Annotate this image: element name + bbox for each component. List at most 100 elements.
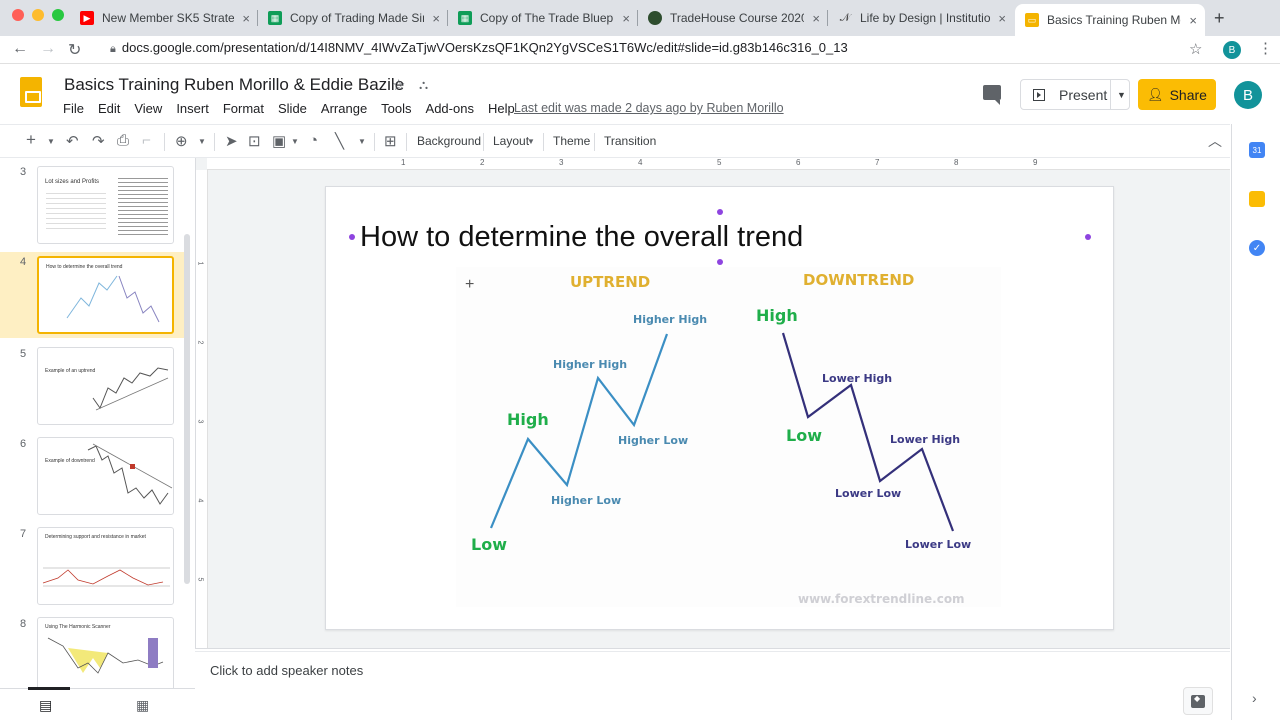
- shape-icon[interactable]: ◔: [309, 132, 318, 149]
- tab-close-icon[interactable]: ×: [998, 11, 1006, 26]
- redo-icon[interactable]: ↷: [92, 132, 105, 150]
- menu-view[interactable]: View: [134, 101, 162, 116]
- layout-dropdown-icon[interactable]: ▼: [527, 137, 535, 146]
- google-slides-logo[interactable]: [20, 77, 42, 107]
- browser-tab[interactable]: ▶ New Member SK5 Strateg ×: [70, 4, 258, 32]
- address-bar: ← → ↻ 🔒︎ docs.google.com/presentation/d/1…: [0, 36, 1280, 64]
- menu-help[interactable]: Help: [488, 101, 515, 116]
- last-edit-link[interactable]: Last edit was made 2 days ago by Ruben M…: [514, 101, 784, 115]
- thumbnail-trend-diagram: [66, 275, 160, 323]
- browser-menu-icon[interactable]: ⋮: [1258, 39, 1273, 57]
- filmstrip-view-icon[interactable]: ▤: [39, 697, 52, 714]
- new-slide-dropdown-icon[interactable]: ▼: [47, 137, 55, 146]
- slide-filmstrip: 3 Lot sizes and Profits 4 How to determi…: [0, 158, 195, 688]
- horizontal-ruler: 1 2 3 4 5 6 7 8 9: [207, 158, 1230, 170]
- slide-title[interactable]: How to determine the overall trend: [360, 221, 803, 254]
- text-box-icon[interactable]: ⊡: [248, 132, 261, 150]
- theme-button[interactable]: Theme: [553, 134, 590, 148]
- thumbnail-chart: [87, 443, 173, 505]
- browser-tab[interactable]: TradeHouse Course 2020 ×: [638, 4, 828, 32]
- current-slide[interactable]: How to determine the overall trend UPTRE…: [325, 186, 1114, 630]
- undo-icon[interactable]: ↶: [66, 132, 79, 150]
- browser-tab[interactable]: 𝒩 Life by Design | Institution ×: [828, 4, 1014, 32]
- tab-close-icon[interactable]: ×: [242, 11, 250, 26]
- menu-file[interactable]: File: [63, 101, 84, 116]
- line-icon[interactable]: ╲: [335, 132, 344, 150]
- expand-side-panel-icon[interactable]: ›: [1252, 690, 1257, 706]
- select-cursor-icon[interactable]: ➤: [225, 132, 238, 150]
- tab-title: Basics Training Ruben Mo: [1047, 13, 1182, 27]
- slide-number: 7: [20, 528, 27, 540]
- menu-format[interactable]: Format: [223, 101, 264, 116]
- tab-close-icon[interactable]: ×: [432, 11, 440, 26]
- thumbnail-title: Lot sizes and Profits: [45, 179, 100, 185]
- collapse-toolbar-icon[interactable]: ︿: [1208, 131, 1222, 151]
- bookmark-star-icon[interactable]: ☆: [1189, 40, 1202, 58]
- slide-thumbnail[interactable]: Using The Harmonic Scanner: [37, 617, 174, 688]
- browser-profile-avatar[interactable]: B: [1223, 41, 1241, 59]
- layout-button[interactable]: Layout: [493, 134, 529, 148]
- browser-tab-active[interactable]: ▭ Basics Training Ruben Mo ×: [1015, 4, 1205, 36]
- forward-arrow-icon[interactable]: →: [40, 40, 56, 58]
- resize-handle[interactable]: [717, 209, 723, 215]
- url-text: docs.google.com/presentation/d/14I8NMV_4…: [121, 40, 848, 55]
- account-avatar[interactable]: B: [1234, 81, 1262, 109]
- menu-insert[interactable]: Insert: [176, 101, 209, 116]
- comments-icon[interactable]: [983, 85, 1001, 105]
- menu-add-ons[interactable]: Add-ons: [426, 101, 474, 116]
- explore-button[interactable]: [1183, 687, 1213, 715]
- browser-tab[interactable]: ▦ Copy of Trading Made Sim ×: [258, 4, 448, 32]
- resize-handle[interactable]: [349, 234, 355, 240]
- keep-icon[interactable]: [1249, 191, 1265, 207]
- slide-thumbnail[interactable]: Determining support and resistance in ma…: [37, 527, 174, 605]
- reload-icon[interactable]: ↻: [68, 40, 81, 60]
- present-dropdown-button[interactable]: ▼: [1110, 79, 1132, 110]
- speaker-notes-panel[interactable]: Click to add speaker notes: [195, 652, 1230, 720]
- url-field[interactable]: 🔒︎ docs.google.com/presentation/d/14I8NMV…: [110, 40, 848, 56]
- grid-view-icon[interactable]: ▦: [136, 697, 149, 714]
- star-icon[interactable]: ☆: [392, 76, 405, 94]
- calendar-icon[interactable]: 31: [1249, 142, 1265, 158]
- speaker-notes-placeholder[interactable]: Click to add speaker notes: [210, 663, 363, 678]
- zoom-dropdown-icon[interactable]: ▼: [198, 137, 206, 146]
- tab-title: Copy of The Trade Bluepr: [480, 11, 615, 25]
- tab-close-icon[interactable]: ×: [622, 11, 630, 26]
- uptrend-label-higher-high: Higher High: [553, 358, 627, 371]
- new-slide-icon[interactable]: +: [26, 130, 36, 150]
- new-tab-button[interactable]: +: [1214, 8, 1225, 29]
- share-button[interactable]: 👤︎ Share: [1138, 79, 1216, 110]
- menu-tools[interactable]: Tools: [381, 101, 411, 116]
- downtrend-label-lower-low: Lower Low: [835, 487, 901, 500]
- slide-thumbnail[interactable]: Lot sizes and Profits: [37, 166, 174, 244]
- tab-close-icon[interactable]: ×: [1189, 13, 1197, 28]
- insert-comment-icon[interactable]: ⊞: [384, 132, 397, 150]
- transition-button[interactable]: Transition: [604, 134, 656, 148]
- window-minimize-button[interactable]: [32, 9, 44, 21]
- back-arrow-icon[interactable]: ←: [12, 40, 28, 58]
- document-title[interactable]: Basics Training Ruben Morillo & Eddie Ba…: [64, 75, 404, 95]
- trend-diagram-image[interactable]: UPTREND Low High Higher Low Higher High …: [456, 267, 1001, 607]
- window-close-button[interactable]: [12, 9, 24, 21]
- slide-thumbnail[interactable]: Example of downtrend: [37, 437, 174, 515]
- image-icon[interactable]: ▣: [272, 132, 286, 150]
- resize-handle[interactable]: [717, 259, 723, 265]
- filmstrip-scrollbar[interactable]: [184, 234, 190, 584]
- line-dropdown-icon[interactable]: ▼: [358, 137, 366, 146]
- tab-close-icon[interactable]: ×: [812, 11, 820, 26]
- window-maximize-button[interactable]: [52, 9, 64, 21]
- menu-arrange[interactable]: Arrange: [321, 101, 367, 116]
- paint-format-icon[interactable]: ⌐: [142, 132, 151, 149]
- browser-tab[interactable]: ▦ Copy of The Trade Bluepr ×: [448, 4, 638, 32]
- slide-thumbnail[interactable]: Example of an uptrend: [37, 347, 174, 425]
- drive-folder-icon[interactable]: ⛬: [419, 77, 428, 93]
- tasks-icon[interactable]: ✓: [1249, 240, 1265, 256]
- slide-thumbnail-selected[interactable]: How to determine the overall trend: [37, 256, 174, 334]
- image-dropdown-icon[interactable]: ▼: [291, 137, 299, 146]
- zoom-icon[interactable]: ⊕: [175, 132, 188, 150]
- print-icon[interactable]: ⎙: [117, 132, 129, 149]
- resize-handle[interactable]: [1085, 234, 1091, 240]
- menu-edit[interactable]: Edit: [98, 101, 120, 116]
- background-button[interactable]: Background: [417, 134, 481, 148]
- menu-slide[interactable]: Slide: [278, 101, 307, 116]
- toolbar-divider: [483, 133, 484, 151]
